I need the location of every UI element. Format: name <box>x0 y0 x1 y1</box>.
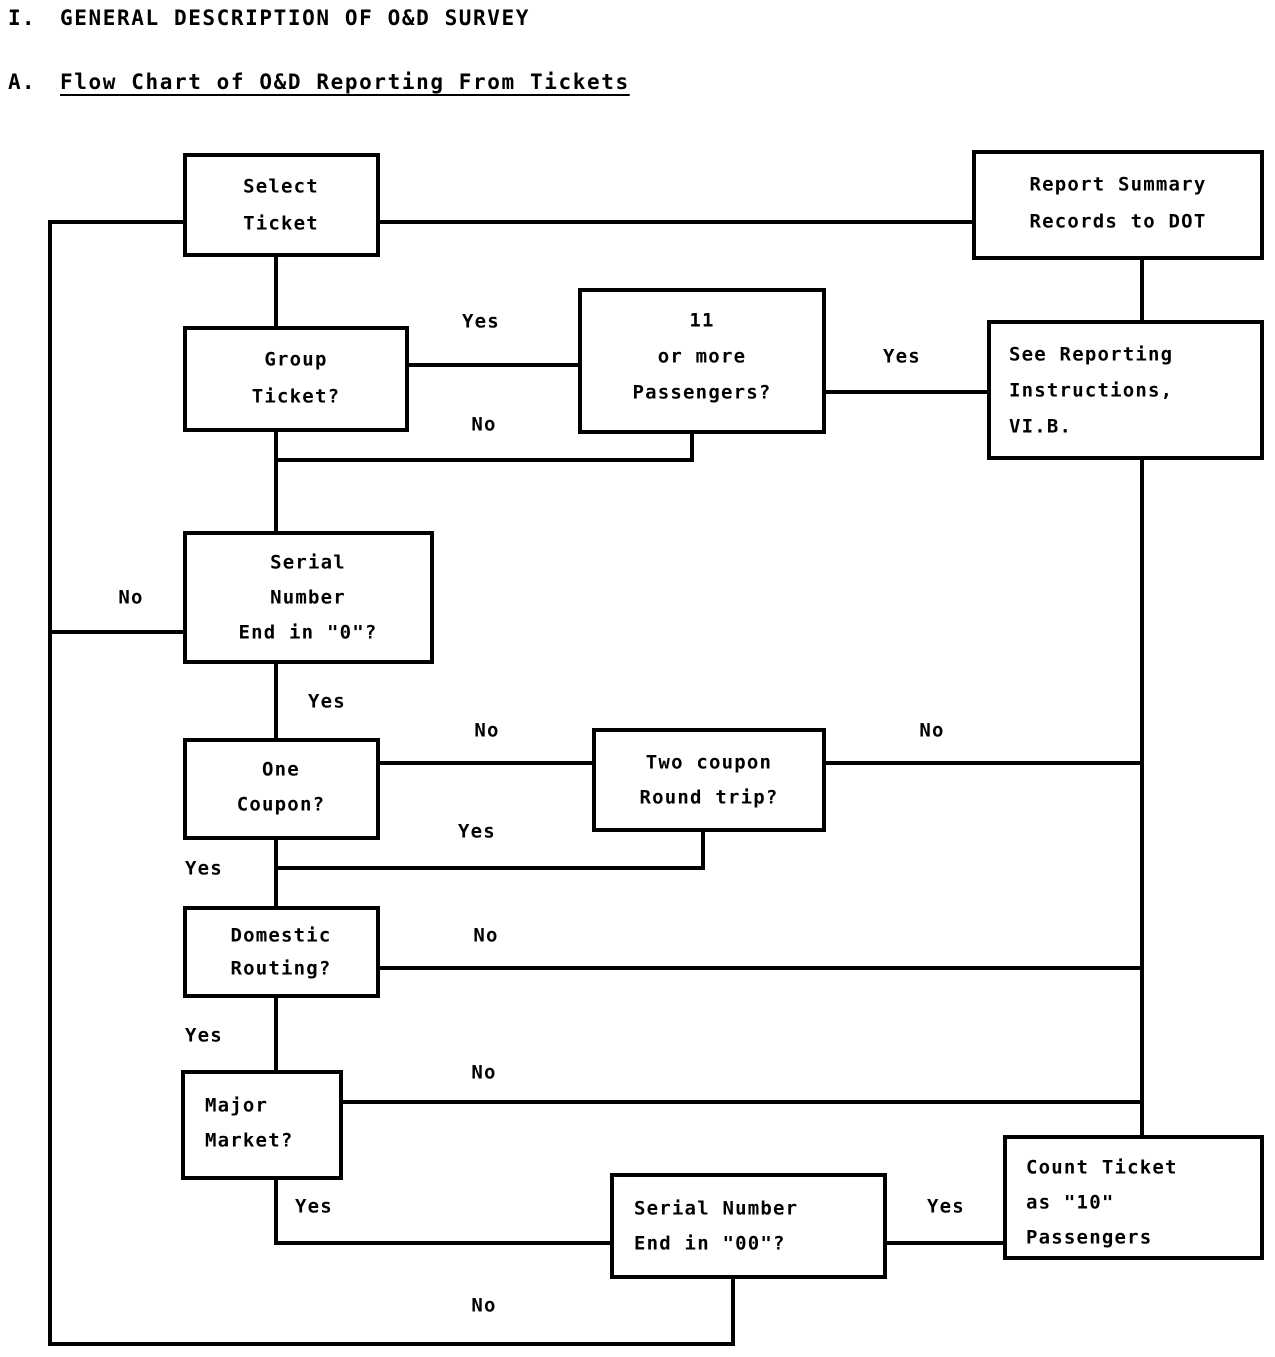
node-major-market-line-2: Market? <box>205 1130 293 1152</box>
node-see-reporting-line-3: VI.B. <box>1009 416 1072 438</box>
node-report-summary-line-2: Records to DOT <box>1030 211 1207 233</box>
node-major-market-line-1: Major <box>205 1095 268 1117</box>
node-domestic-routing[interactable]: Domestic Routing? <box>183 906 380 998</box>
edge-label-serial-no: No <box>118 587 143 609</box>
node-group-ticket-line-1: Group <box>264 349 327 371</box>
node-select-ticket-line-1: Select <box>243 176 319 198</box>
node-major-market-box <box>181 1070 343 1180</box>
node-one-coupon[interactable]: One Coupon? <box>183 738 380 840</box>
node-select-ticket-line-2: Ticket <box>243 213 319 235</box>
node-domestic-line-2: Routing? <box>230 958 331 980</box>
node-domestic-routing-box <box>183 906 380 998</box>
node-major-market[interactable]: Major Market? <box>181 1070 343 1180</box>
node-select-ticket[interactable]: Select Ticket <box>183 153 380 257</box>
node-serial-double-line-1: Serial Number <box>634 1198 798 1220</box>
node-two-coupon-line-1: Two coupon <box>646 752 772 774</box>
edge-label-serial-yes: Yes <box>308 691 346 713</box>
node-group-ticket-line-2: Ticket? <box>252 386 340 408</box>
node-group-ticket-box <box>183 326 409 432</box>
node-count-ticket-line-3: Passengers <box>1026 1227 1152 1249</box>
node-see-reporting-line-2: Instructions, <box>1009 380 1173 402</box>
edge-label-domestic-no: No <box>473 925 498 947</box>
flow-chart-diagram: Select Ticket Report Summary Records to … <box>48 150 1264 1346</box>
edge-double-no <box>48 1275 735 1346</box>
node-eleven-line-1: 11 <box>689 310 714 332</box>
node-serial-end-double-box <box>610 1173 887 1279</box>
node-count-ticket-line-1: Count Ticket <box>1026 1157 1178 1179</box>
edge-label-market-no: No <box>471 1062 496 1084</box>
node-eleven-line-3: Passengers? <box>632 382 771 404</box>
node-serial-zero-line-3: End in "0"? <box>238 622 377 644</box>
edge-label-coupon-yes: Yes <box>185 858 223 880</box>
node-count-ticket[interactable]: Count Ticket as "10" Passengers <box>1003 1135 1264 1260</box>
node-one-coupon-line-2: Coupon? <box>237 794 325 816</box>
node-serial-zero-line-2: Number <box>270 587 346 609</box>
node-report-summary-box <box>972 150 1264 260</box>
edge-label-double-yes: Yes <box>927 1196 965 1218</box>
node-report-summary[interactable]: Report Summary Records to DOT <box>972 150 1264 260</box>
edge-label-group-no: No <box>471 414 496 436</box>
edge-label-eleven-yes: Yes <box>883 346 921 368</box>
node-select-ticket-box <box>183 153 380 257</box>
edge-label-twocoupon-no: No <box>919 720 944 742</box>
edge-left-return-spine <box>48 220 187 1346</box>
node-serial-end-zero[interactable]: Serial Number End in "0"? <box>183 531 434 664</box>
edge-label-twocoupon-yes: Yes <box>458 821 496 843</box>
node-two-coupon-box <box>592 728 826 832</box>
edge-eleven-no <box>274 430 694 462</box>
node-serial-zero-line-1: Serial <box>270 552 346 574</box>
node-serial-end-double[interactable]: Serial Number End in "00"? <box>610 1173 887 1279</box>
edge-label-market-yes: Yes <box>295 1196 333 1218</box>
node-count-ticket-line-2: as "10" <box>1026 1192 1114 1214</box>
node-report-summary-line-1: Report Summary <box>1030 174 1207 196</box>
node-group-ticket[interactable]: Group Ticket? <box>183 326 409 432</box>
edge-label-group-yes: Yes <box>462 311 500 333</box>
node-serial-double-line-2: End in "00"? <box>634 1233 786 1255</box>
node-eleven-or-more[interactable]: 11 or more Passengers? <box>578 288 826 434</box>
edge-label-coupon-no: No <box>474 720 499 742</box>
edge-label-double-no: No <box>471 1295 496 1317</box>
node-two-coupon[interactable]: Two coupon Round trip? <box>592 728 826 832</box>
node-one-coupon-box <box>183 738 380 840</box>
node-see-reporting-line-1: See Reporting <box>1009 344 1173 366</box>
node-see-reporting[interactable]: See Reporting Instructions, VI.B. <box>987 320 1264 460</box>
node-eleven-line-2: or more <box>658 346 746 368</box>
node-two-coupon-line-2: Round trip? <box>639 787 778 809</box>
edge-label-domestic-yes: Yes <box>185 1025 223 1047</box>
node-one-coupon-line-1: One <box>262 759 300 781</box>
node-domestic-line-1: Domestic <box>230 925 331 947</box>
